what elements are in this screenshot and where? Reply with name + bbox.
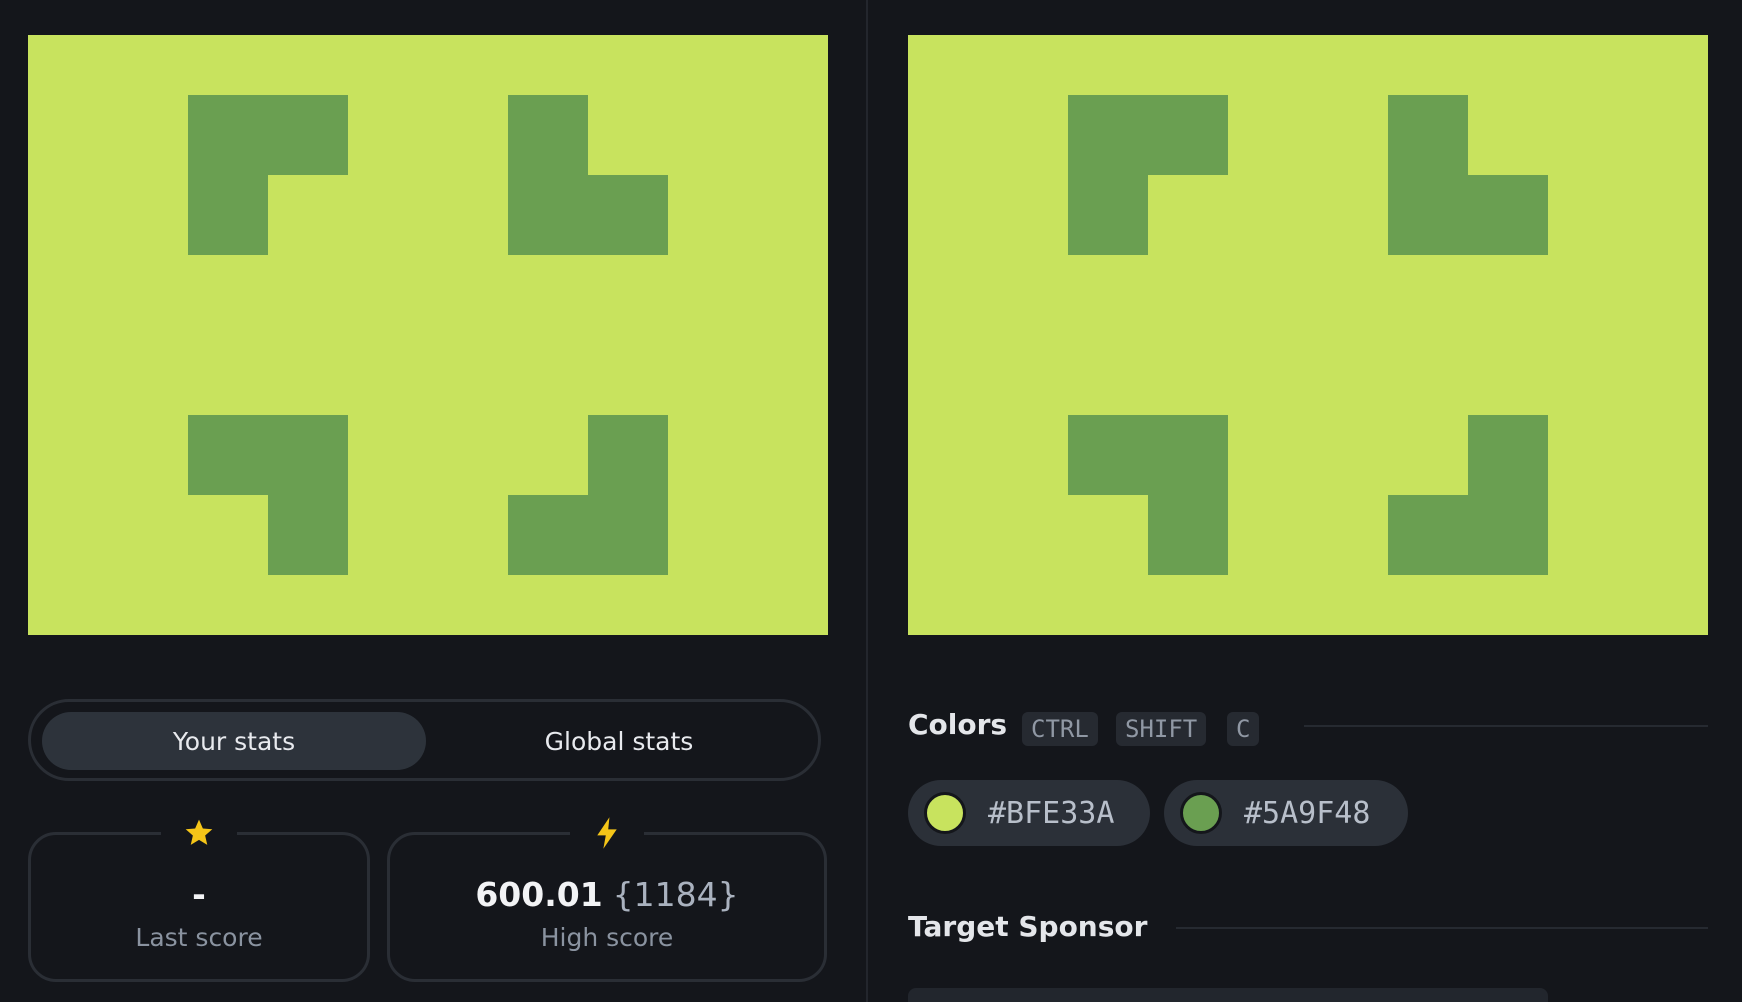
sponsor-title: Target Sponsor — [908, 910, 1148, 943]
bottom-right-shape — [508, 495, 668, 575]
top-left-shape — [188, 95, 268, 255]
top-right-shape — [1388, 175, 1548, 255]
tab-global-stats[interactable]: Global stats — [427, 712, 811, 770]
high-score-extra: {1184} — [612, 875, 739, 914]
color-swatch[interactable]: #BFE33A — [908, 780, 1150, 846]
color-dot — [924, 792, 966, 834]
bottom-left-shape — [268, 415, 348, 575]
panel-divider — [866, 0, 868, 1002]
target-canvas — [908, 35, 1708, 635]
section-divider — [1176, 927, 1708, 929]
last-score-label: Last score — [135, 923, 263, 952]
color-dot — [1180, 792, 1222, 834]
shortcut-key: C — [1227, 712, 1260, 746]
color-swatch[interactable]: #5A9F48 — [1164, 780, 1408, 846]
last-score-value: - — [192, 875, 206, 914]
shortcut-key: CTRL — [1022, 712, 1098, 746]
lightning-icon — [570, 810, 644, 856]
shortcut-key: SHIFT — [1116, 712, 1207, 746]
bottom-right-shape — [1388, 495, 1548, 575]
high-score-label: High score — [540, 923, 674, 952]
last-score-card: - Last score — [28, 810, 370, 982]
star-icon — [161, 810, 237, 856]
color-hex: #5A9F48 — [1244, 795, 1371, 831]
player-canvas[interactable] — [28, 35, 828, 635]
stats-toggle: Your stats Global stats — [28, 699, 821, 781]
sponsor-box[interactable] — [908, 988, 1548, 1002]
top-right-shape — [508, 175, 668, 255]
tab-your-stats[interactable]: Your stats — [42, 712, 426, 770]
high-score-value: 600.01 {1184} — [390, 875, 824, 914]
high-score-number: 600.01 — [475, 875, 603, 914]
bottom-left-shape — [1148, 415, 1228, 575]
section-divider — [1304, 725, 1708, 727]
top-left-shape — [1068, 95, 1148, 255]
colors-title: Colors — [908, 708, 1008, 741]
high-score-card: 600.01 {1184} High score — [387, 810, 827, 982]
color-hex: #BFE33A — [988, 795, 1115, 831]
